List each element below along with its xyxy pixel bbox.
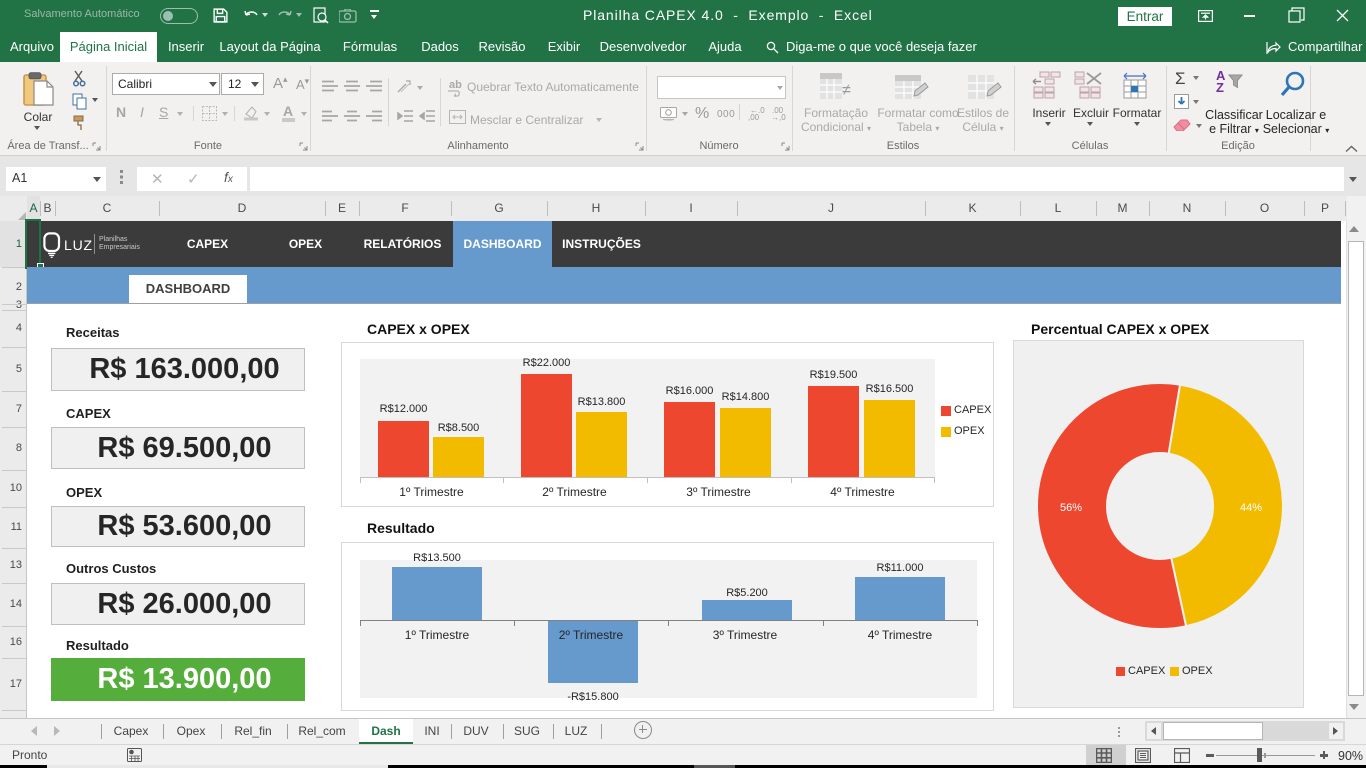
svg-text:→,0: →,0	[771, 113, 786, 121]
svg-text:≠: ≠	[842, 82, 851, 99]
svg-text:,00: ,00	[748, 113, 760, 121]
